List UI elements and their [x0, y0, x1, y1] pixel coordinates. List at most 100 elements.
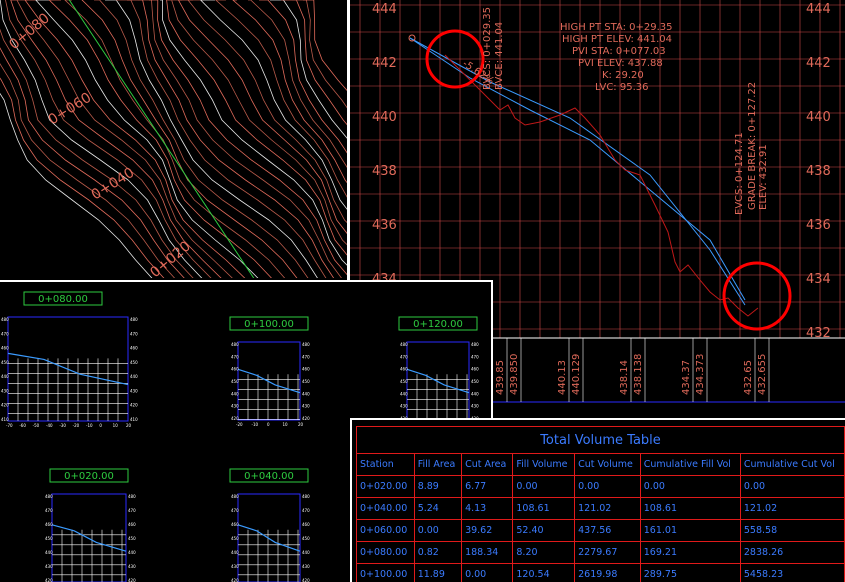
cross-section-0+020.00: 0+020.00 480 480 470 470 460 460 450 450 440 440 43… — [45, 468, 136, 582]
section-y-tick: 480 — [231, 494, 239, 499]
section-y-tick: 450 — [130, 360, 138, 365]
table-cell: 121.02 — [574, 497, 641, 520]
contour-line — [215, 0, 347, 198]
table-cell: 0+040.00 — [356, 497, 415, 520]
section-y-tick: 440 — [302, 391, 310, 396]
table-header-cell: Fill Area — [413, 453, 463, 476]
contour-lines — [0, 0, 347, 278]
section-y-tick: 460 — [1, 346, 9, 351]
table-cell: 8.20 — [512, 541, 576, 564]
section-y-tick: 480 — [128, 494, 136, 499]
contour-line — [127, 0, 335, 278]
section-y-tick: 430 — [130, 388, 138, 393]
section-y-tick: 420 — [45, 578, 53, 582]
table-cell: 2619.98 — [574, 563, 641, 582]
elevation-label-right: 432 — [806, 326, 831, 341]
table-row: 0+060.00 0.00 39.62 52.40 437.56 161.01 558.58 — [356, 519, 845, 542]
section-y-tick: 480 — [1, 317, 9, 322]
table-cell: 5458.23 — [739, 563, 845, 582]
section-y-tick: 440 — [1, 374, 9, 379]
section-y-tick: 480 — [45, 494, 53, 499]
section-y-tick: 470 — [130, 331, 138, 336]
band-elevation-value: 439.85 — [495, 360, 506, 395]
section-y-tick: 420 — [130, 403, 138, 408]
section-station-label: 0+040.00 — [244, 471, 294, 482]
table-header-cell: Station — [356, 453, 415, 476]
table-cell: 0+020.00 — [356, 475, 415, 498]
section-y-tick: 460 — [471, 367, 479, 372]
elevation-label-left: 444 — [372, 2, 397, 17]
contour-line — [248, 0, 347, 168]
table-cell: 169.21 — [639, 541, 741, 564]
table-cell: 4.13 — [461, 497, 514, 520]
contour-line — [160, 0, 347, 266]
table-cell: 2279.67 — [574, 541, 641, 564]
band-elevation-value: 432.65 — [743, 360, 754, 395]
band-elevation-value: 438.14 — [619, 360, 630, 395]
section-x-tick: -40 — [46, 423, 53, 428]
section-y-tick: 430 — [231, 404, 239, 409]
contour-line — [281, 0, 347, 126]
section-x-tick: 20 — [126, 423, 132, 428]
elevation-label-right: 436 — [806, 218, 831, 233]
table-row: 0+100.00 11.89 0.00 120.54 2619.98 289.75 5458… — [356, 563, 845, 582]
plan-station-label: 0+080 — [6, 10, 53, 53]
band-elevation-value: 438.138 — [633, 354, 644, 395]
section-y-tick: 430 — [400, 404, 408, 409]
section-y-tick: 430 — [231, 564, 239, 569]
section-y-tick: 470 — [302, 354, 310, 359]
section-x-tick: 0 — [267, 422, 270, 427]
band-elevation-value: 432.655 — [757, 354, 768, 395]
elevation-label-right: 440 — [806, 110, 831, 125]
table-cell: 6.77 — [461, 475, 514, 498]
section-y-tick: 420 — [1, 403, 9, 408]
section-y-tick: 450 — [302, 536, 310, 541]
band-elevation-value: 439.850 — [509, 354, 520, 395]
pvi-sta: PVI STA: 0+077.03 — [572, 46, 666, 57]
section-ground-line — [237, 524, 301, 552]
pvi-elev: PVI ELEV: 437.88 — [578, 58, 663, 69]
high-pt-sta: HIGH PT STA: 0+29.35 — [560, 22, 673, 33]
table-title: Total Volume Table — [356, 426, 845, 454]
section-y-tick: 480 — [400, 342, 408, 347]
section-y-tick: 410 — [130, 417, 138, 422]
table-row: 0+080.00 0.82 188.34 8.20 2279.67 169.21 2838.… — [356, 541, 845, 564]
table-cell: 11.89 — [413, 563, 463, 582]
section-y-tick: 430 — [302, 404, 310, 409]
cross-section-0+040.00: 0+040.00 480 480 470 470 460 460 450 450 440 440 43… — [229, 468, 310, 582]
section-y-tick: 430 — [1, 388, 9, 393]
section-x-tick: 0 — [99, 423, 102, 428]
elevation-label-right: 444 — [806, 2, 831, 17]
table-row: 0+040.00 5.24 4.13 108.61 121.02 108.61 121.02 — [356, 497, 845, 520]
section-y-tick: 430 — [128, 564, 136, 569]
section-y-tick: 420 — [231, 578, 239, 582]
table-cell: 0.00 — [461, 563, 514, 582]
elevation-label-right: 442 — [806, 56, 831, 71]
section-y-tick: 440 — [128, 550, 136, 555]
section-x-tick: -60 — [19, 423, 26, 428]
table-cell: 8.89 — [413, 475, 463, 498]
section-y-tick: 470 — [400, 354, 408, 359]
bvce-label: BVCE: 441.04 — [494, 22, 505, 90]
grade-break-label: GRADE BREAK: 0+127.22 — [747, 82, 758, 210]
table-cell: 0+060.00 — [356, 519, 415, 542]
table-cell: 0.00 — [413, 519, 463, 542]
plan-viewport[interactable]: 0+080 0+060 0+040 0+020 — [0, 0, 347, 278]
table-cell: 0.00 — [739, 475, 845, 498]
section-y-tick: 450 — [128, 536, 136, 541]
total-volume-table: Total Volume Table Station Fill Area Cut A… — [356, 426, 845, 582]
section-x-tick: -10 — [86, 423, 93, 428]
table-cell: 39.62 — [461, 519, 514, 542]
section-y-tick: 470 — [128, 508, 136, 513]
section-y-tick: 460 — [400, 367, 408, 372]
volume-table-viewport[interactable]: Total Volume Table Station Fill Area Cut A… — [350, 418, 845, 582]
section-y-tick: 430 — [45, 564, 53, 569]
table-cell: 558.58 — [739, 519, 845, 542]
band-elevation-value: 440.129 — [571, 354, 582, 395]
table-cell: 0.00 — [512, 475, 576, 498]
section-y-tick: 450 — [45, 536, 53, 541]
section-y-tick: 460 — [128, 522, 136, 527]
band-elevation-value: 434.37 — [681, 360, 692, 395]
evcs-label: EVCS: 0+124.71 — [734, 132, 745, 215]
table-cell: 52.40 — [512, 519, 576, 542]
